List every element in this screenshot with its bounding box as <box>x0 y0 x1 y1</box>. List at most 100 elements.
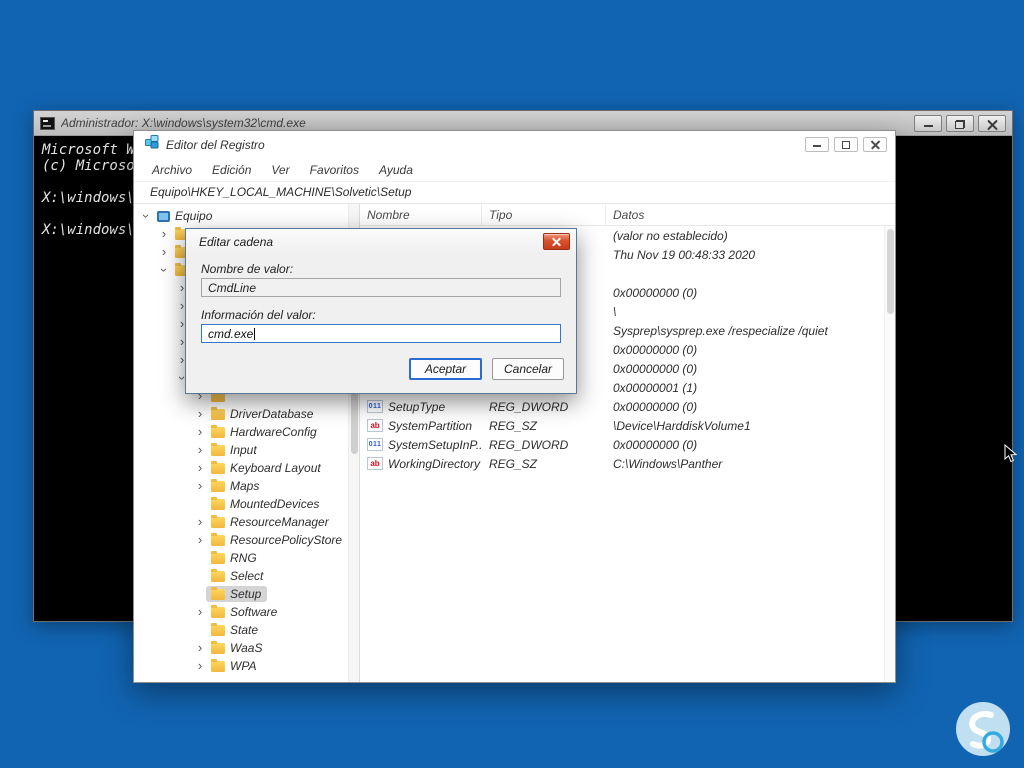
selected-tree-item[interactable]: Setup <box>206 586 268 602</box>
tree-item-inner[interactable]: Keyboard Layout <box>206 460 327 476</box>
tree-item-inner[interactable]: WPA <box>206 658 262 674</box>
menu-archivo[interactable]: Archivo <box>142 163 202 177</box>
minimize-button[interactable] <box>914 114 942 132</box>
caption-buttons <box>914 114 1006 132</box>
folder-icon <box>211 478 225 492</box>
close-button[interactable] <box>543 233 570 250</box>
chevron-right-icon[interactable]: › <box>194 515 206 528</box>
chevron-right-icon[interactable]: › <box>194 443 206 456</box>
restore-button[interactable] <box>946 114 974 132</box>
tree-item-inner[interactable]: Equipo <box>152 208 218 224</box>
tree-item-software[interactable]: › Software <box>134 603 359 621</box>
chevron-down-icon[interactable]: › <box>157 264 172 276</box>
tree-item-rng[interactable]: RNG <box>134 549 359 567</box>
column-header-tipo[interactable]: Tipo <box>482 204 606 225</box>
tree-item-maps[interactable]: › Maps <box>134 477 359 495</box>
value-name-field: CmdLine <box>201 278 561 297</box>
tree-item-inner[interactable]: HardwareConfig <box>206 424 323 440</box>
value-name-text: SetupType <box>388 399 446 414</box>
value-name-cell[interactable]: 011 SystemSetupInP... <box>360 438 482 452</box>
tree-item-input[interactable]: › Input <box>134 441 359 459</box>
column-header-nombre[interactable]: Nombre <box>360 204 482 225</box>
tree-item-resourcemanager[interactable]: › ResourceManager <box>134 513 359 531</box>
registry-value-row[interactable]: ab SystemPartition REG_SZ \Device\HarddiskV… <box>360 416 895 435</box>
close-button[interactable] <box>978 114 1006 132</box>
chevron-down-icon[interactable]: › <box>139 210 154 222</box>
chevron-right-icon[interactable]: › <box>194 659 206 672</box>
cmd-icon <box>40 116 55 130</box>
close-icon <box>987 119 998 130</box>
tree-item-driverdatabase[interactable]: › DriverDatabase <box>134 405 359 423</box>
folder-icon <box>211 406 225 420</box>
chevron-right-icon[interactable]: › <box>194 605 206 618</box>
registry-value-row[interactable]: ab WorkingDirectory REG_SZ C:\Windows\Panth… <box>360 454 895 473</box>
tree-item-inner[interactable]: ResourcePolicyStore <box>206 532 348 548</box>
list-scrollbar[interactable] <box>884 226 895 682</box>
tree-item-state[interactable]: State <box>134 621 359 639</box>
accept-button[interactable]: Aceptar <box>409 358 482 380</box>
chevron-right-icon[interactable]: › <box>158 245 170 258</box>
chevron-right-icon[interactable]: › <box>194 641 206 654</box>
address-bar[interactable]: Equipo\HKEY_LOCAL_MACHINE\Solvetic\Setup <box>134 182 895 204</box>
tree-item-label: ResourcePolicyStore <box>230 533 343 547</box>
value-data-cell: (valor no establecido) <box>613 228 728 243</box>
tree-item-setup[interactable]: Setup <box>134 585 359 603</box>
registry-value-row[interactable]: 011 SystemSetupInP... REG_DWORD 0x00000000 … <box>360 435 895 454</box>
tree-item-inner[interactable]: WaaS <box>206 640 268 656</box>
tree-item-wpa[interactable]: › WPA <box>134 657 359 675</box>
dialog-titlebar[interactable]: Editar cadena <box>186 229 576 254</box>
tree-item-inner[interactable]: MountedDevices <box>206 496 325 512</box>
menu-edición[interactable]: Edición <box>202 163 261 177</box>
chevron-right-icon[interactable]: › <box>194 533 206 546</box>
minimize-button[interactable] <box>805 137 829 152</box>
edit-string-dialog: Editar cadena Nombre de valor: CmdLine I… <box>185 228 577 394</box>
close-button[interactable] <box>863 137 887 152</box>
tree-item-inner[interactable]: DriverDatabase <box>206 406 319 422</box>
tree-item-inner[interactable]: Select <box>206 568 269 584</box>
tree-item-inner[interactable]: ResourceManager <box>206 514 335 530</box>
tree-item-keyboard-layout[interactable]: › Keyboard Layout <box>134 459 359 477</box>
value-data-cell: C:\Windows\Panther <box>613 456 723 471</box>
tree-item-inner[interactable]: Maps <box>206 478 265 494</box>
value-type-cell: REG_DWORD <box>489 437 569 452</box>
menu-ver[interactable]: Ver <box>261 163 299 177</box>
tree-item-select[interactable]: Select <box>134 567 359 585</box>
tree-item-inner[interactable]: Input <box>206 442 263 458</box>
menu-ayuda[interactable]: Ayuda <box>369 163 423 177</box>
value-name-cell[interactable]: ab WorkingDirectory <box>360 457 482 471</box>
folder-icon <box>211 460 225 474</box>
value-name-cell[interactable]: 011 SetupType <box>360 400 482 414</box>
tree-item-inner[interactable]: RNG <box>206 550 263 566</box>
list-header: Nombre Tipo Datos <box>360 204 895 226</box>
tree-item-waas[interactable]: › WaaS <box>134 639 359 657</box>
tree-item-label: ResourceManager <box>230 515 329 529</box>
menu-favoritos[interactable]: Favoritos <box>300 163 369 177</box>
value-data-cell: 0x00000000 (0) <box>613 437 698 452</box>
tree-item-resourcepolicystore[interactable]: › ResourcePolicyStore <box>134 531 359 549</box>
tree-item-equipo[interactable]: › Equipo <box>134 207 359 225</box>
value-name-text: CmdLine <box>208 280 257 295</box>
tree-item-mounteddevices[interactable]: MountedDevices <box>134 495 359 513</box>
column-header-datos[interactable]: Datos <box>606 204 895 225</box>
tree-item-inner[interactable]: Software <box>206 604 283 620</box>
cancel-button[interactable]: Cancelar <box>492 358 564 380</box>
dialog-title: Editar cadena <box>199 234 274 249</box>
tree-item-inner[interactable]: State <box>206 622 264 638</box>
chevron-right-icon[interactable]: › <box>194 425 206 438</box>
registry-titlebar[interactable]: Editor del Registro <box>134 131 895 158</box>
tree-item-hardwareconfig[interactable]: › HardwareConfig <box>134 423 359 441</box>
value-name-cell[interactable]: ab SystemPartition <box>360 419 482 433</box>
tree-item-label: Select <box>230 569 264 583</box>
chevron-right-icon[interactable]: › <box>194 407 206 420</box>
maximize-button[interactable] <box>834 137 858 152</box>
registry-value-row[interactable]: 011 SetupType REG_DWORD 0x00000000 (0) <box>360 397 895 416</box>
value-type-cell: REG_DWORD <box>489 399 569 414</box>
scrollbar-thumb[interactable] <box>887 229 894 314</box>
value-data-cell: \ <box>613 304 617 319</box>
chevron-right-icon[interactable]: › <box>158 227 170 240</box>
value-data-input[interactable]: cmd.exe <box>201 324 561 343</box>
tree-item-label: Software <box>230 605 278 619</box>
chevron-right-icon[interactable]: › <box>194 461 206 474</box>
chevron-right-icon[interactable]: › <box>194 479 206 492</box>
tree-item-label: MountedDevices <box>230 497 320 511</box>
